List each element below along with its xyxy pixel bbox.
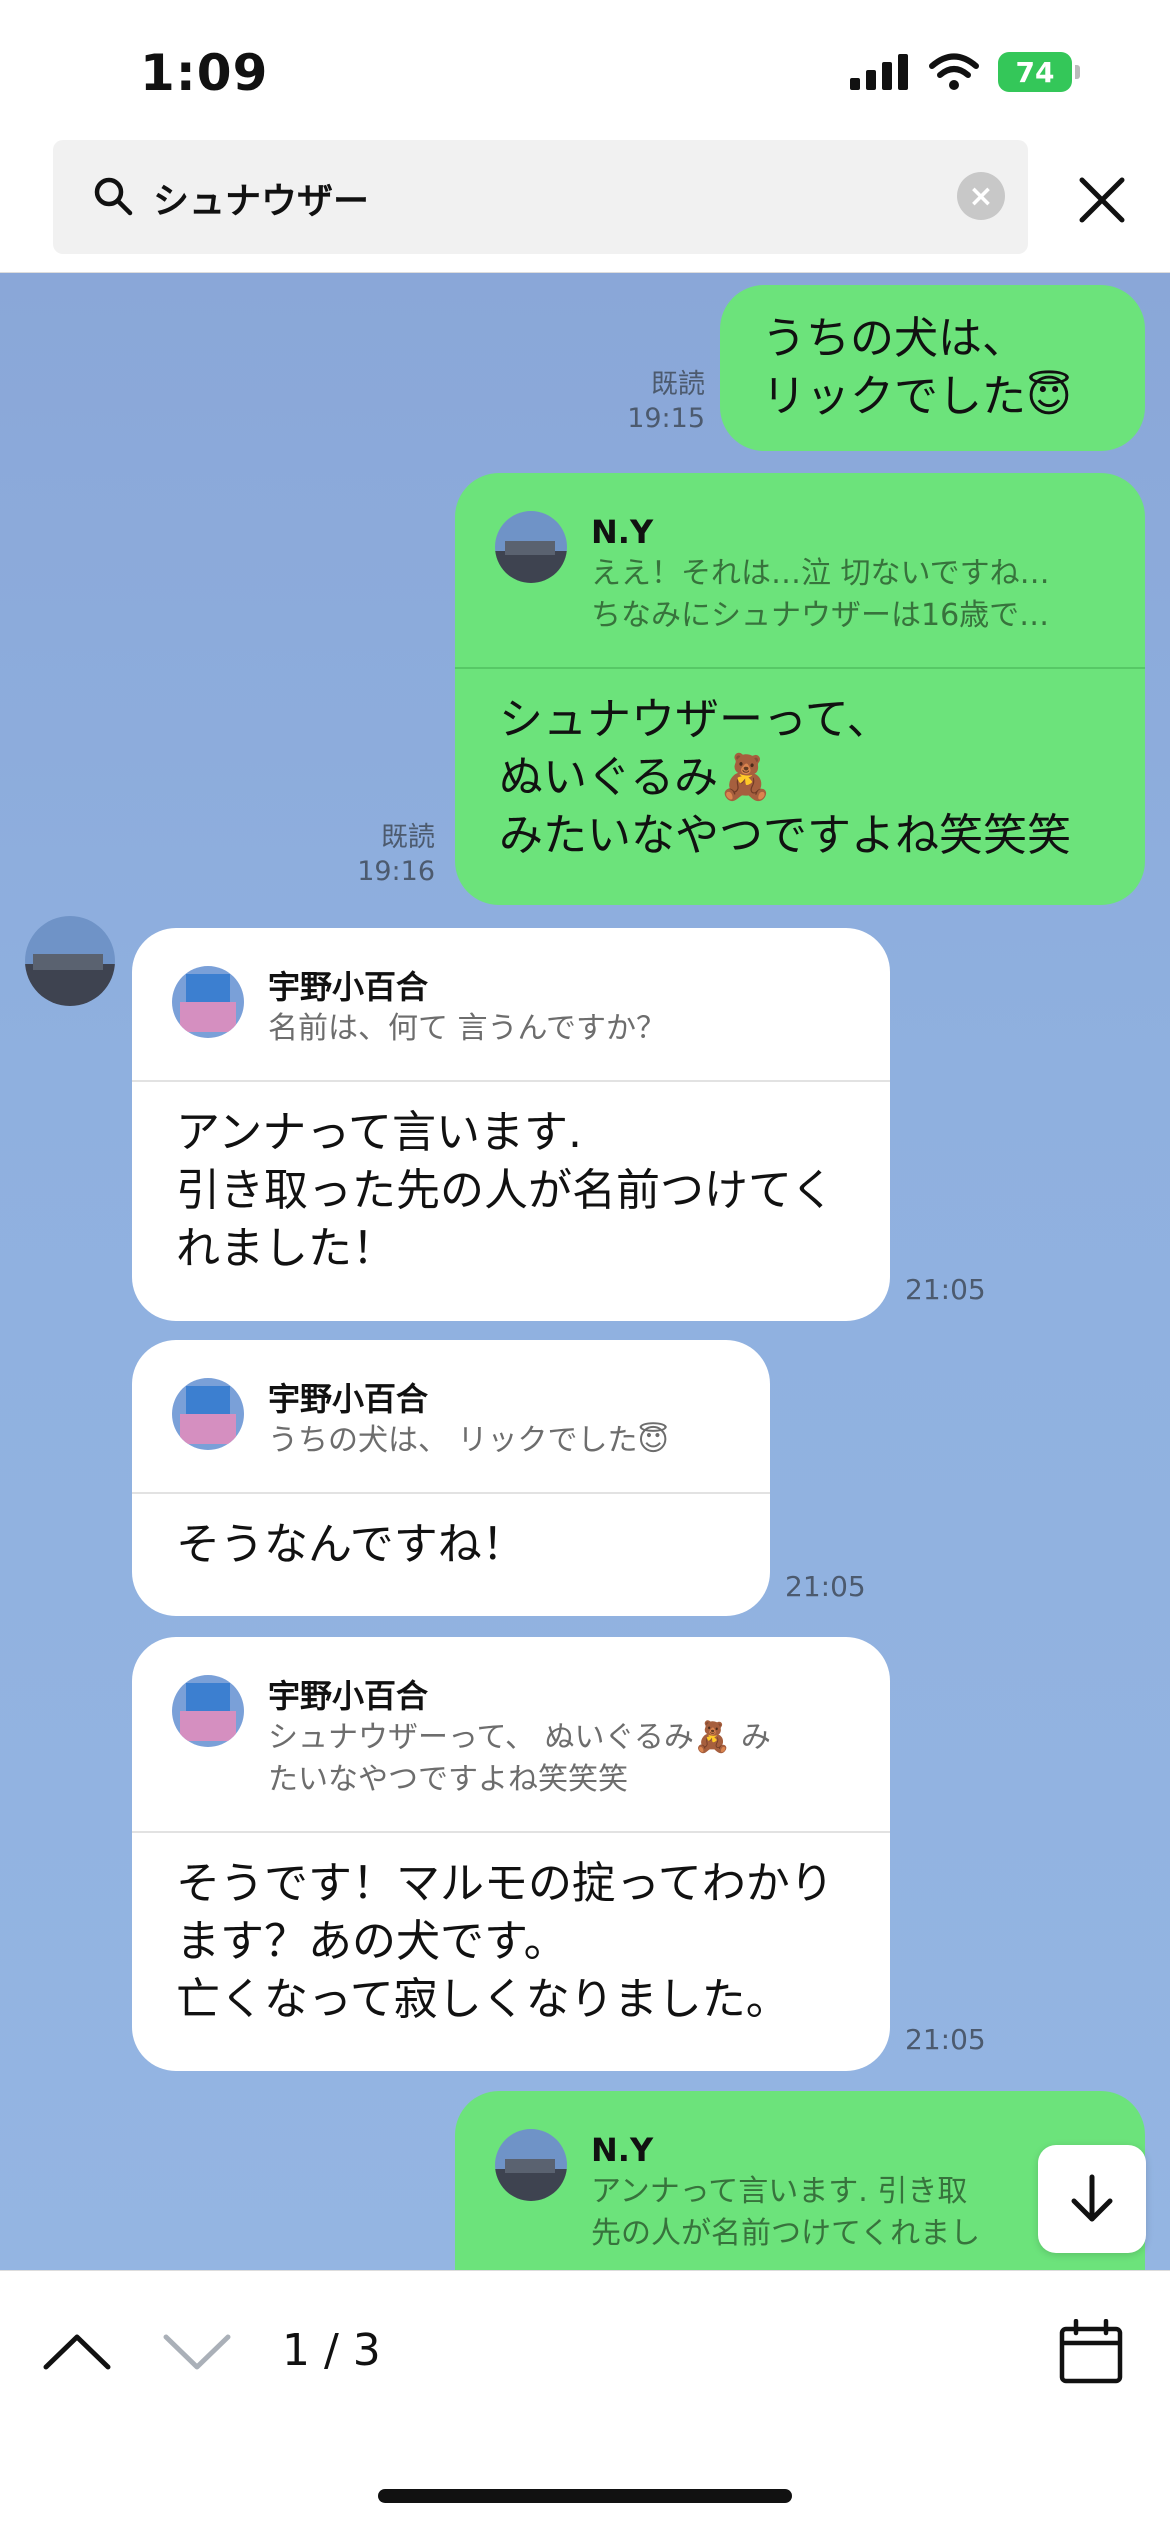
reply-sender-name: N.Y [591, 513, 654, 551]
search-icon [94, 177, 133, 216]
cellular-signal-icon [850, 54, 908, 90]
message-text-line: リックでした😇 [762, 371, 1072, 422]
reply-sender-name: 宇野小百合 [268, 1677, 429, 1715]
result-counter: 1 / 3 [282, 2325, 381, 2376]
clear-icon: × [968, 178, 994, 214]
outgoing-message[interactable]: うちの犬は、 リックでした😇 [720, 285, 1145, 451]
read-receipt: 既読 [651, 369, 705, 400]
message-meta: 既読 19:15 [627, 368, 705, 436]
message-body: そうなんですね！ [176, 1519, 526, 1570]
message-body: シュナウザーって、 ぬいぐるみ🧸 みたいなやつですよね笑笑笑 [499, 694, 1071, 861]
reply-quote: シュナウザーって、 ぬいぐるみ🧸 み たいなやつですよね笑笑笑 [268, 1720, 771, 1797]
reply-sender-name: 宇野小百合 [268, 968, 429, 1006]
reply-quote: ええ！それは…泣 切ないですね… ちなみにシュナウザーは16歳で… [591, 556, 1050, 633]
sender-avatar[interactable] [25, 916, 115, 1006]
search-input[interactable]: シュナウザー × [53, 140, 1028, 254]
outgoing-reply-message[interactable]: N.Y ええ！それは…泣 切ないですね… ちなみにシュナウザーは16歳で… シュ… [455, 473, 1145, 905]
reply-preview[interactable]: 宇野小百合 名前は、何て 言うんですか？ [132, 928, 890, 1080]
message-text-line: うちの犬は、 [762, 313, 1026, 364]
message-time: 21:05 [785, 1570, 866, 1603]
battery-level: 74 [998, 52, 1072, 92]
message-time: 19:15 [627, 403, 705, 434]
status-icons: 74 [850, 52, 1080, 92]
battery-indicator: 74 [998, 52, 1080, 92]
avatar [172, 1378, 244, 1450]
reply-sender-name: 宇野小百合 [268, 1380, 429, 1418]
avatar [172, 1675, 244, 1747]
read-receipt: 既読 [381, 822, 435, 853]
reply-quote: アンナって言います. 引き取 先の人が名前つけてくれまし [591, 2174, 981, 2251]
battery-tip [1075, 65, 1080, 79]
message-body: アンナって言います. 引き取った先の人が名前つけてく れました！ [176, 1107, 835, 1274]
scroll-to-bottom-button[interactable] [1038, 2145, 1146, 2253]
incoming-reply-message[interactable]: 宇野小百合 名前は、何て 言うんですか？ アンナって言います. 引き取った先の人… [132, 928, 890, 1321]
chat-area[interactable]: 既読 19:15 うちの犬は、 リックでした😇 既読 19:16 N.Y ええ！… [0, 273, 1170, 2270]
search-query: シュナウザー [153, 181, 370, 222]
search-navigation-bar: 1 / 3 [0, 2270, 1170, 2533]
close-search-icon[interactable] [1072, 170, 1132, 230]
reply-quote: うちの犬は、 リックでした😇 [268, 1423, 669, 1458]
reply-sender-name: N.Y [591, 2131, 654, 2169]
message-meta: 既読 19:16 [357, 821, 435, 889]
reply-preview[interactable]: N.Y ええ！それは…泣 切ないですね… ちなみにシュナウザーは16歳で… [455, 473, 1145, 667]
reply-preview[interactable]: 宇野小百合 うちの犬は、 リックでした😇 [132, 1340, 770, 1492]
search-bar: シュナウザー × [0, 140, 1170, 273]
arrow-down-icon [1071, 2174, 1113, 2222]
avatar [495, 511, 567, 583]
reply-preview[interactable]: 宇野小百合 シュナウザーって、 ぬいぐるみ🧸 み たいなやつですよね笑笑笑 [132, 1637, 890, 1831]
calendar-icon[interactable] [1058, 2319, 1124, 2385]
reply-quote: 名前は、何て 言うんですか？ [268, 1011, 667, 1046]
incoming-reply-message[interactable]: 宇野小百合 シュナウザーって、 ぬいぐるみ🧸 み たいなやつですよね笑笑笑 そう… [132, 1637, 890, 2071]
incoming-reply-message[interactable]: 宇野小百合 うちの犬は、 リックでした😇 そうなんですね！ [132, 1340, 770, 1616]
home-indicator [378, 2489, 792, 2503]
chevron-up-icon[interactable] [42, 2331, 112, 2371]
avatar [495, 2129, 567, 2201]
status-time: 1:09 [140, 44, 269, 102]
message-time: 21:05 [905, 2023, 986, 2056]
message-time: 19:16 [357, 856, 435, 887]
clear-search-button[interactable]: × [957, 172, 1005, 220]
wifi-icon [929, 53, 979, 90]
chevron-down-icon[interactable] [162, 2331, 232, 2371]
message-time: 21:05 [905, 1273, 986, 1306]
avatar [172, 966, 244, 1038]
message-body: そうです！マルモの掟ってわかり ます？あの犬です。 亡くなって寂しくなりました。 [176, 1858, 834, 2025]
status-bar: 1:09 74 [0, 0, 1170, 140]
